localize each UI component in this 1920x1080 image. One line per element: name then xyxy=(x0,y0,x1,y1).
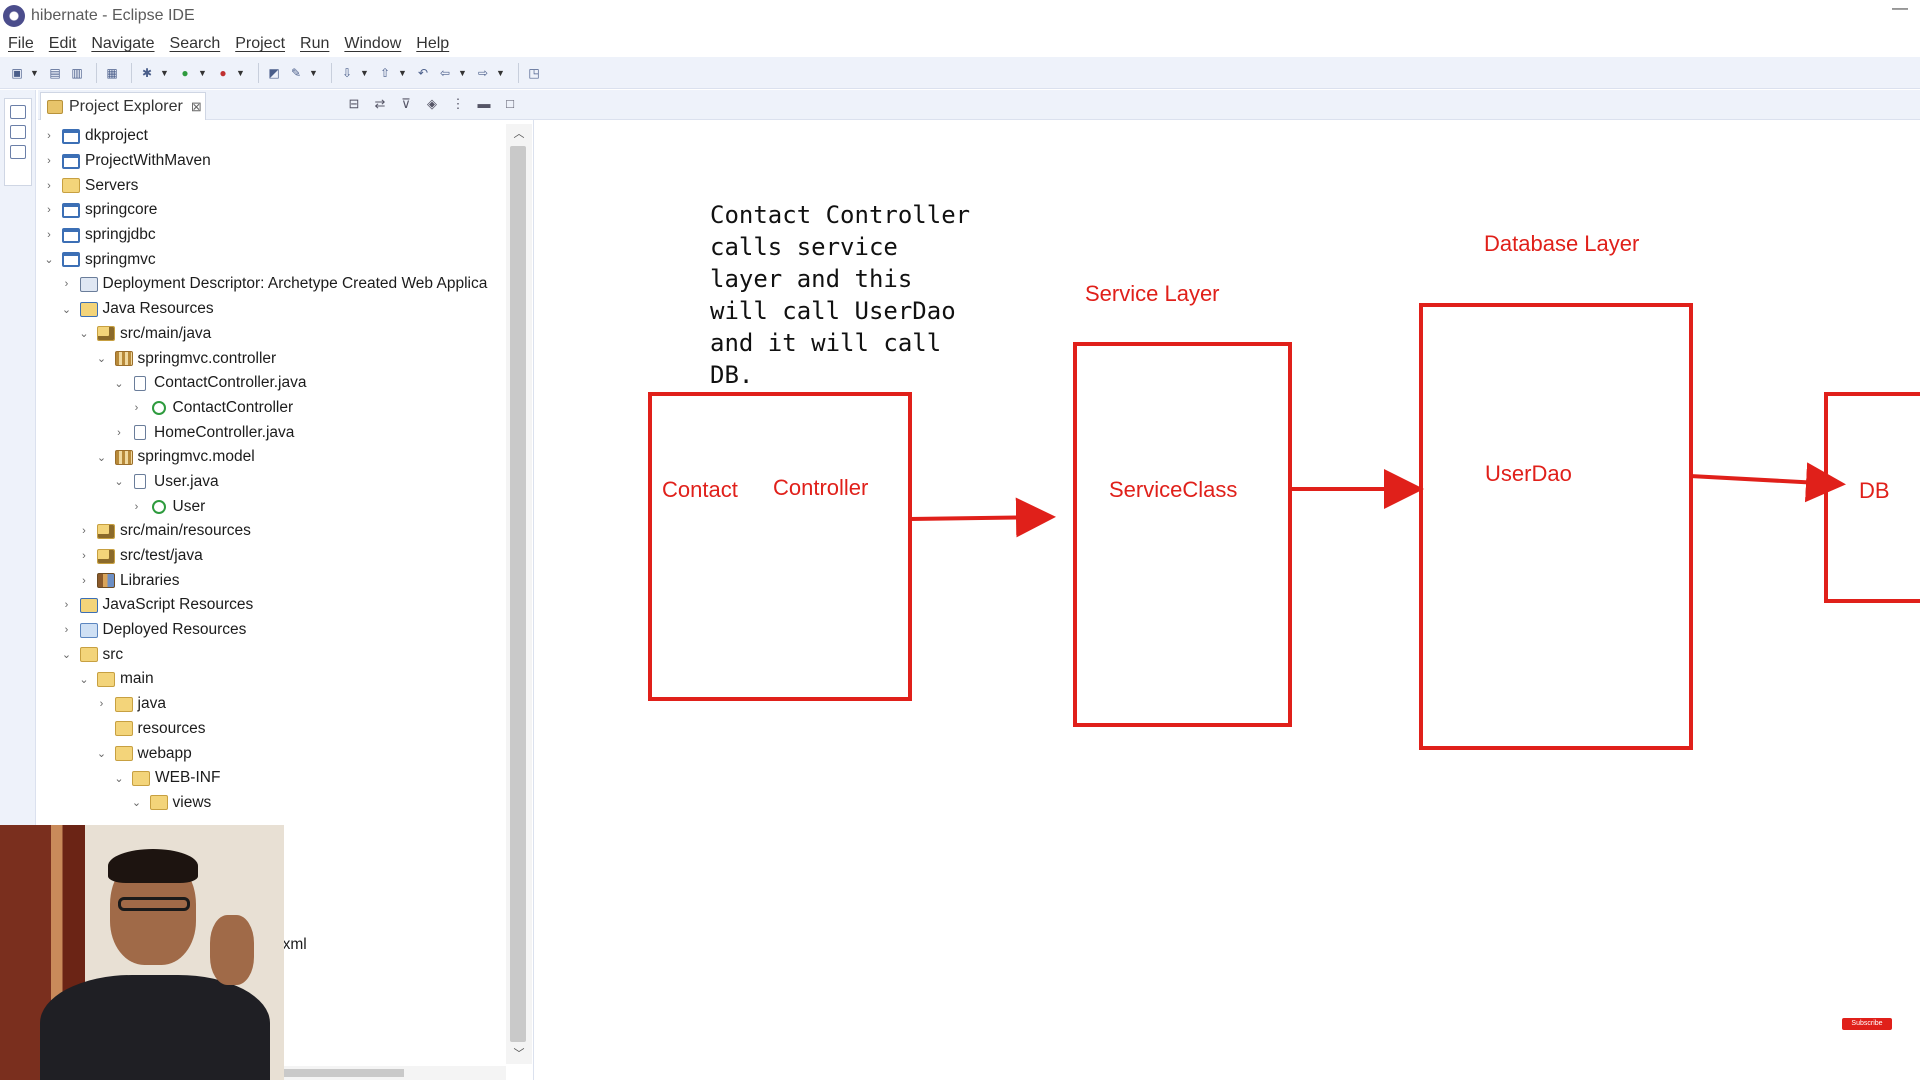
controller-label: Controller xyxy=(773,475,869,500)
userdao-label: UserDao xyxy=(1485,461,1572,486)
arrow-userdao-to-db xyxy=(1689,462,1846,503)
controller-box xyxy=(648,392,912,701)
service-layer-title: Service Layer xyxy=(1085,281,1220,306)
db-label: DB xyxy=(1859,478,1890,503)
arrow-controller-to-service xyxy=(909,497,1056,538)
eclipse-window: hibernate - Eclipse IDE — File Edit Navi… xyxy=(0,0,1920,1080)
database-layer-title: Database Layer xyxy=(1484,231,1640,256)
subscribe-badge[interactable]: Subscribe xyxy=(1842,1018,1892,1030)
contact-label: Contact xyxy=(662,477,738,502)
explanation-note: Contact Controller calls service layer a… xyxy=(710,201,971,389)
userdao-box xyxy=(1419,303,1693,750)
service-class-label: ServiceClass xyxy=(1109,477,1238,502)
service-class-box xyxy=(1073,342,1292,727)
